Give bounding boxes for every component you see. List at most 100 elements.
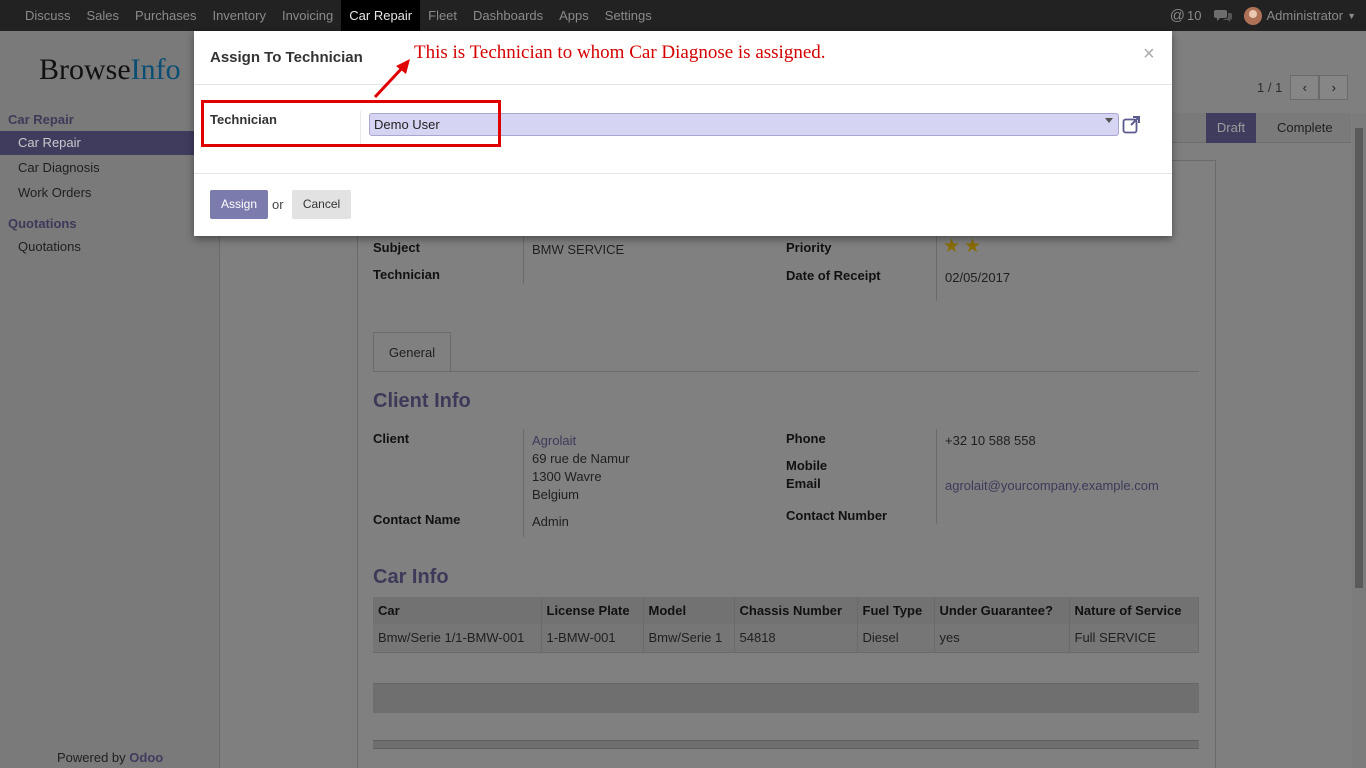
annotation-highlight-box bbox=[201, 100, 501, 147]
col-fuel-type[interactable]: Fuel Type bbox=[857, 597, 935, 624]
contact-name-value[interactable]: Admin bbox=[532, 514, 569, 529]
menu-sales[interactable]: Sales bbox=[79, 0, 128, 31]
cell-model: Bmw/Serie 1 bbox=[643, 624, 735, 653]
menu-inventory[interactable]: Inventory bbox=[204, 0, 273, 31]
or-text: or bbox=[272, 197, 284, 212]
col-car[interactable]: Car bbox=[373, 597, 542, 624]
email-label: Email bbox=[786, 476, 821, 491]
divider bbox=[194, 84, 1172, 85]
car-info-heading: Car Info bbox=[373, 566, 449, 588]
scrollbar-thumb[interactable] bbox=[1355, 128, 1363, 588]
divider bbox=[194, 173, 1172, 174]
phone-label: Phone bbox=[786, 431, 826, 446]
brand-logo: BrowseInfo bbox=[39, 53, 181, 87]
tab-general[interactable]: General bbox=[373, 332, 451, 372]
sidebar-item-quotations[interactable]: Quotations bbox=[0, 235, 219, 259]
priority-label: Priority bbox=[786, 240, 832, 255]
sidebar-item-car-repair[interactable]: Car Repair bbox=[0, 131, 219, 155]
date-label: Date of Receipt bbox=[786, 268, 881, 283]
cell-car: Bmw/Serie 1/1-BMW-001 bbox=[373, 624, 542, 653]
client-address-line2: 1300 Wavre bbox=[532, 469, 602, 484]
dialog-title: Assign To Technician bbox=[210, 49, 363, 66]
menu-car-repair[interactable]: Car Repair bbox=[341, 0, 421, 31]
col-license-plate[interactable]: License Plate bbox=[541, 597, 644, 624]
subject-value[interactable]: BMW SERVICE bbox=[532, 242, 624, 257]
cell-under-guarantee: yes bbox=[934, 624, 1070, 653]
at-icon: @ bbox=[1169, 7, 1186, 24]
pager-counter[interactable]: 1 / 1 bbox=[1257, 80, 1282, 95]
list-band bbox=[373, 740, 1199, 749]
external-link-icon[interactable] bbox=[1122, 115, 1141, 134]
contact-name-label: Contact Name bbox=[373, 512, 461, 527]
sidebar-section-quotations[interactable]: Quotations bbox=[8, 216, 77, 231]
pager-prev-button[interactable]: ‹ bbox=[1290, 75, 1320, 100]
car-table: Car License Plate Model Chassis Number F… bbox=[373, 597, 1199, 653]
user-name: Administrator bbox=[1266, 8, 1344, 23]
menu-dashboards[interactable]: Dashboards bbox=[465, 0, 551, 31]
menu-discuss[interactable]: Discuss bbox=[17, 0, 79, 31]
menu-apps[interactable]: Apps bbox=[551, 0, 597, 31]
assign-button[interactable]: Assign bbox=[210, 190, 268, 219]
dropdown-caret-icon[interactable] bbox=[1105, 118, 1113, 123]
client-label: Client bbox=[373, 431, 410, 446]
col-nature-of-service[interactable]: Nature of Service bbox=[1069, 597, 1199, 624]
status-draft[interactable]: Draft bbox=[1206, 113, 1256, 143]
menu-purchases[interactable]: Purchases bbox=[127, 0, 204, 31]
sidebar-item-car-diagnosis[interactable]: Car Diagnosis bbox=[0, 156, 219, 180]
divider bbox=[523, 429, 524, 537]
contact-number-label: Contact Number bbox=[786, 508, 888, 523]
chat-icon bbox=[1213, 9, 1232, 22]
mentions-button[interactable]: @ 10 bbox=[1170, 7, 1202, 24]
subject-label: Subject bbox=[373, 240, 420, 255]
sidebar-section-car-repair[interactable]: Car Repair bbox=[8, 112, 74, 127]
cell-chassis-number: 54818 bbox=[734, 624, 858, 653]
table-header-row: Car License Plate Model Chassis Number F… bbox=[373, 597, 1199, 624]
date-value[interactable]: 02/05/2017 bbox=[945, 270, 1010, 285]
navbar-right: @ 10 Administrator ▼ bbox=[1158, 0, 1356, 31]
logo-part1: Browse bbox=[39, 53, 131, 86]
main-menu: Discuss Sales Purchases Inventory Invoic… bbox=[17, 0, 660, 31]
user-menu[interactable]: Administrator ▼ bbox=[1243, 6, 1356, 25]
powered-by: Powered by Odoo bbox=[57, 750, 163, 765]
menu-fleet[interactable]: Fleet bbox=[420, 0, 465, 31]
powered-by-text: Powered by bbox=[57, 750, 126, 765]
mobile-label: Mobile bbox=[786, 458, 828, 473]
list-band bbox=[373, 683, 1199, 713]
chat-button[interactable] bbox=[1213, 9, 1232, 23]
client-info-heading: Client Info bbox=[373, 390, 471, 412]
menu-settings[interactable]: Settings bbox=[597, 0, 660, 31]
divider bbox=[936, 429, 937, 524]
mentions-count: 10 bbox=[1187, 8, 1202, 23]
cell-license-plate: 1-BMW-001 bbox=[541, 624, 644, 653]
tab-underline bbox=[373, 371, 1199, 372]
col-under-guarantee[interactable]: Under Guarantee? bbox=[934, 597, 1070, 624]
client-address-line3: Belgium bbox=[532, 487, 579, 502]
pager: 1 / 1 ‹ › bbox=[1257, 75, 1349, 100]
table-row[interactable]: Bmw/Serie 1/1-BMW-001 1-BMW-001 Bmw/Seri… bbox=[373, 624, 1199, 653]
annotation-text: This is Technician to whom Car Diagnose … bbox=[414, 42, 826, 63]
close-icon[interactable]: × bbox=[1143, 43, 1155, 66]
pager-next-button[interactable]: › bbox=[1319, 75, 1349, 100]
status-complete[interactable]: Complete bbox=[1277, 113, 1333, 143]
technician-label: Technician bbox=[373, 267, 440, 282]
odoo-link[interactable]: Odoo bbox=[129, 750, 163, 765]
star-icon[interactable]: ★ bbox=[943, 235, 960, 258]
annotation-arrow-icon bbox=[373, 59, 410, 99]
menu-invoicing[interactable]: Invoicing bbox=[274, 0, 341, 31]
divider bbox=[523, 236, 524, 284]
col-chassis-number[interactable]: Chassis Number bbox=[734, 597, 858, 624]
divider bbox=[936, 236, 937, 301]
scrollbar[interactable] bbox=[1352, 113, 1366, 768]
client-link[interactable]: Agrolait bbox=[532, 433, 576, 448]
sidebar-item-work-orders[interactable]: Work Orders bbox=[0, 181, 219, 205]
star-icon[interactable]: ★ bbox=[964, 235, 981, 258]
col-model[interactable]: Model bbox=[643, 597, 735, 624]
cell-nature-of-service: Full SERVICE bbox=[1069, 624, 1199, 653]
phone-value[interactable]: +32 10 588 558 bbox=[945, 433, 1036, 448]
sidebar: BrowseInfo Car Repair Car Repair Car Dia… bbox=[0, 31, 220, 768]
caret-down-icon: ▼ bbox=[1347, 10, 1356, 21]
cancel-button[interactable]: Cancel bbox=[292, 190, 351, 219]
cell-fuel-type: Diesel bbox=[857, 624, 935, 653]
avatar bbox=[1243, 6, 1262, 25]
email-link[interactable]: agrolait@yourcompany.example.com bbox=[945, 478, 1159, 493]
